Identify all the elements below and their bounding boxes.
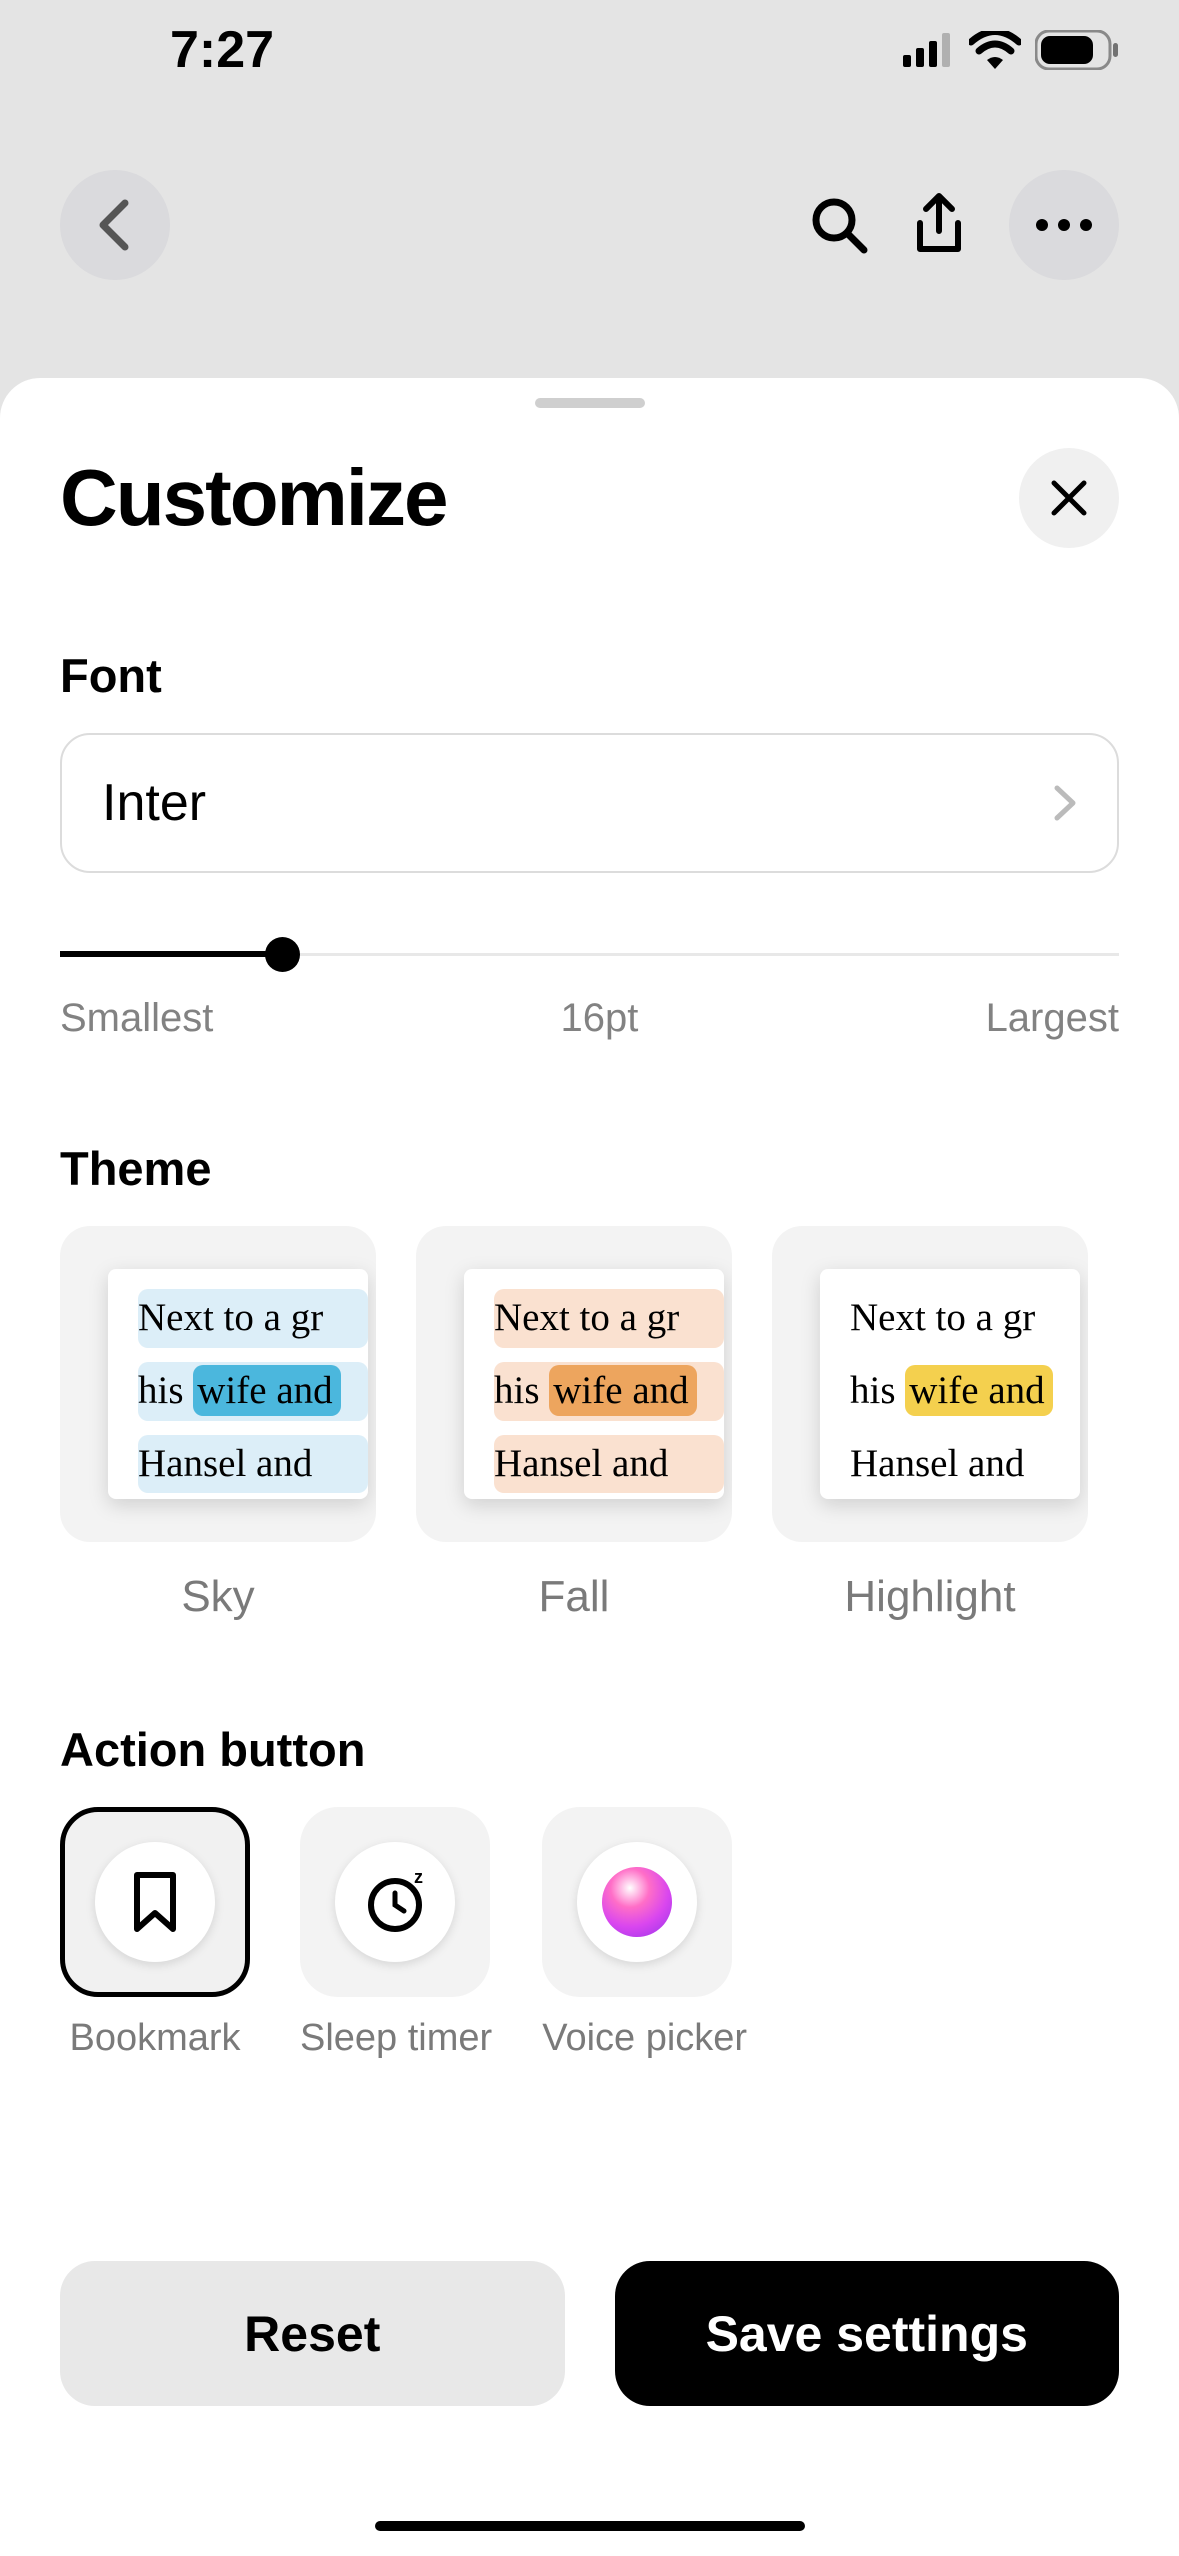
close-button[interactable] [1019, 448, 1119, 548]
reset-button[interactable]: Reset [60, 2261, 565, 2406]
theme-item-highlight[interactable]: Next to a gr his wife and Hansel and Hig… [772, 1226, 1088, 1622]
top-nav [0, 100, 1179, 350]
theme-section-label: Theme [60, 1141, 1119, 1196]
status-bar: 7:27 [0, 0, 1179, 100]
back-button[interactable] [60, 170, 170, 280]
action-item-bookmark[interactable]: Bookmark [60, 1807, 250, 2060]
status-time: 7:27 [170, 20, 274, 80]
cellular-icon [903, 33, 955, 67]
action-row: Bookmark z Sleep timer Voice picker [60, 1807, 1119, 2060]
customize-sheet: Customize Font Inter Smallest 16pt Large… [0, 378, 1179, 2556]
share-button[interactable] [909, 195, 969, 255]
voice-orb-icon [602, 1867, 672, 1937]
wifi-icon [969, 31, 1021, 69]
more-button[interactable] [1009, 170, 1119, 280]
chevron-right-icon [1053, 784, 1077, 822]
sheet-title: Customize [60, 452, 447, 544]
font-size-slider[interactable] [60, 953, 1119, 956]
font-select[interactable]: Inter [60, 733, 1119, 873]
action-label: Bookmark [60, 2017, 250, 2060]
chevron-left-icon [95, 199, 135, 251]
close-icon [1048, 477, 1090, 519]
action-label: Voice picker [542, 2017, 747, 2060]
battery-icon [1035, 30, 1119, 70]
theme-row[interactable]: Next to a gr his wife and Hansel and Sky… [60, 1226, 1119, 1622]
font-section-label: Font [60, 648, 1119, 703]
share-icon [912, 193, 966, 257]
font-value: Inter [102, 773, 206, 833]
search-button[interactable] [809, 195, 869, 255]
action-section-label: Action button [60, 1722, 1119, 1777]
slider-max-label: Largest [986, 996, 1119, 1041]
home-indicator[interactable] [375, 2521, 805, 2531]
bookmark-icon [129, 1871, 181, 1933]
more-icon [1034, 218, 1094, 232]
action-item-voice-picker[interactable]: Voice picker [542, 1807, 747, 2060]
slider-mid-label: 16pt [561, 996, 639, 1041]
sleep-timer-icon: z [362, 1869, 428, 1935]
status-icons [903, 30, 1119, 70]
sheet-grabber[interactable] [535, 398, 645, 408]
svg-text:z: z [414, 1869, 423, 1887]
theme-label: Highlight [772, 1572, 1088, 1622]
search-icon [810, 196, 868, 254]
action-item-sleep-timer[interactable]: z Sleep timer [300, 1807, 492, 2060]
theme-label: Fall [416, 1572, 732, 1622]
theme-item-sky[interactable]: Next to a gr his wife and Hansel and Sky [60, 1226, 376, 1622]
action-label: Sleep timer [300, 2017, 492, 2060]
theme-label: Sky [60, 1572, 376, 1622]
theme-item-fall[interactable]: Next to a gr his wife and Hansel and Fal… [416, 1226, 732, 1622]
save-button[interactable]: Save settings [615, 2261, 1120, 2406]
slider-min-label: Smallest [60, 996, 213, 1041]
